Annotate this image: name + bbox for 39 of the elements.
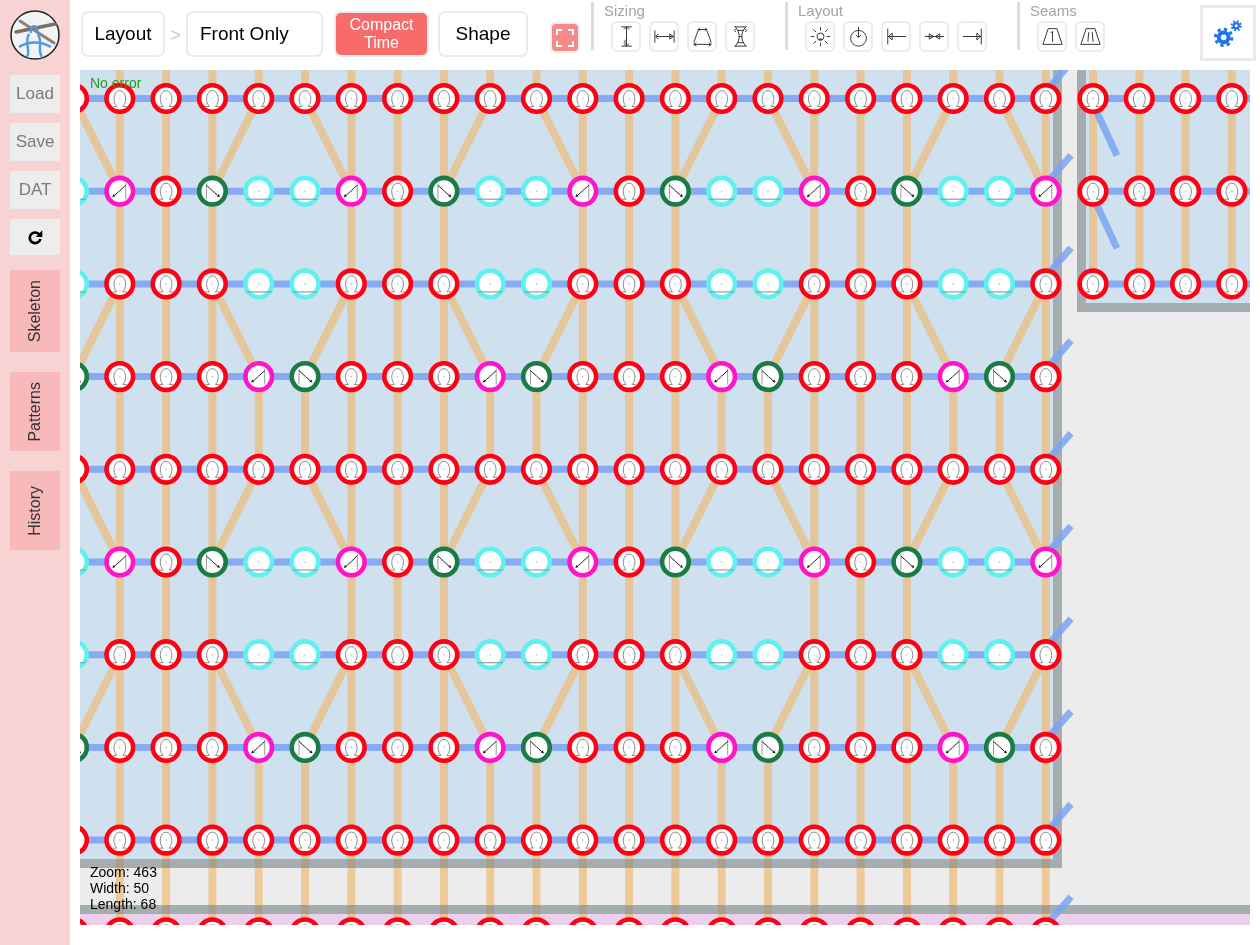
toolbar-button[interactable]: Layout [81, 11, 165, 57]
toolbar-button[interactable]: Shape [438, 11, 528, 57]
trapezoid-line-icon [1041, 26, 1063, 47]
settings-icon [1213, 18, 1243, 48]
panel-tab[interactable]: History [10, 471, 60, 550]
group-label: Sizing [604, 2, 645, 19]
breadcrumb-separator: > [169, 25, 182, 45]
tool-button[interactable] [687, 21, 717, 52]
tool-button[interactable] [805, 21, 835, 52]
tool-button[interactable] [611, 21, 641, 52]
tool-button[interactable] [919, 21, 949, 52]
sidebar-button[interactable]: Load [10, 75, 60, 113]
toolbar-button[interactable]: Front Only [186, 11, 323, 57]
logo-icon [10, 10, 60, 60]
tool-button[interactable] [1075, 21, 1105, 52]
group-label: Layout [798, 2, 844, 19]
tool-button[interactable] [1037, 21, 1067, 52]
group-label: Seams [1030, 2, 1077, 19]
settings-button[interactable] [1200, 5, 1256, 61]
sidebar-button[interactable]: DAT [10, 171, 60, 209]
trapezoid-lines-icon [1079, 26, 1101, 47]
panel-tab[interactable]: Patterns [10, 372, 60, 451]
panel-tab[interactable]: Skeleton [10, 270, 60, 352]
trapezoid-arrows-icon [691, 26, 713, 47]
refresh-icon [27, 229, 43, 245]
stat-text: Zoom: 463 [90, 864, 157, 880]
tool-button[interactable] [957, 21, 987, 52]
sun-icon [809, 26, 831, 47]
stat-text: Width: 50 [90, 880, 150, 896]
tool-button[interactable] [881, 21, 911, 52]
refresh-button[interactable] [10, 219, 60, 255]
arrow-left-bar-icon [885, 26, 907, 47]
stat-text: Length: 68 [90, 896, 157, 912]
sidebar-button[interactable]: Save [10, 123, 60, 161]
fullscreen-icon [556, 28, 574, 47]
tool-button[interactable] [843, 21, 873, 52]
arrow-right-bar-icon [961, 26, 983, 47]
tool-button[interactable] [725, 21, 755, 52]
tool-button[interactable] [649, 21, 679, 52]
